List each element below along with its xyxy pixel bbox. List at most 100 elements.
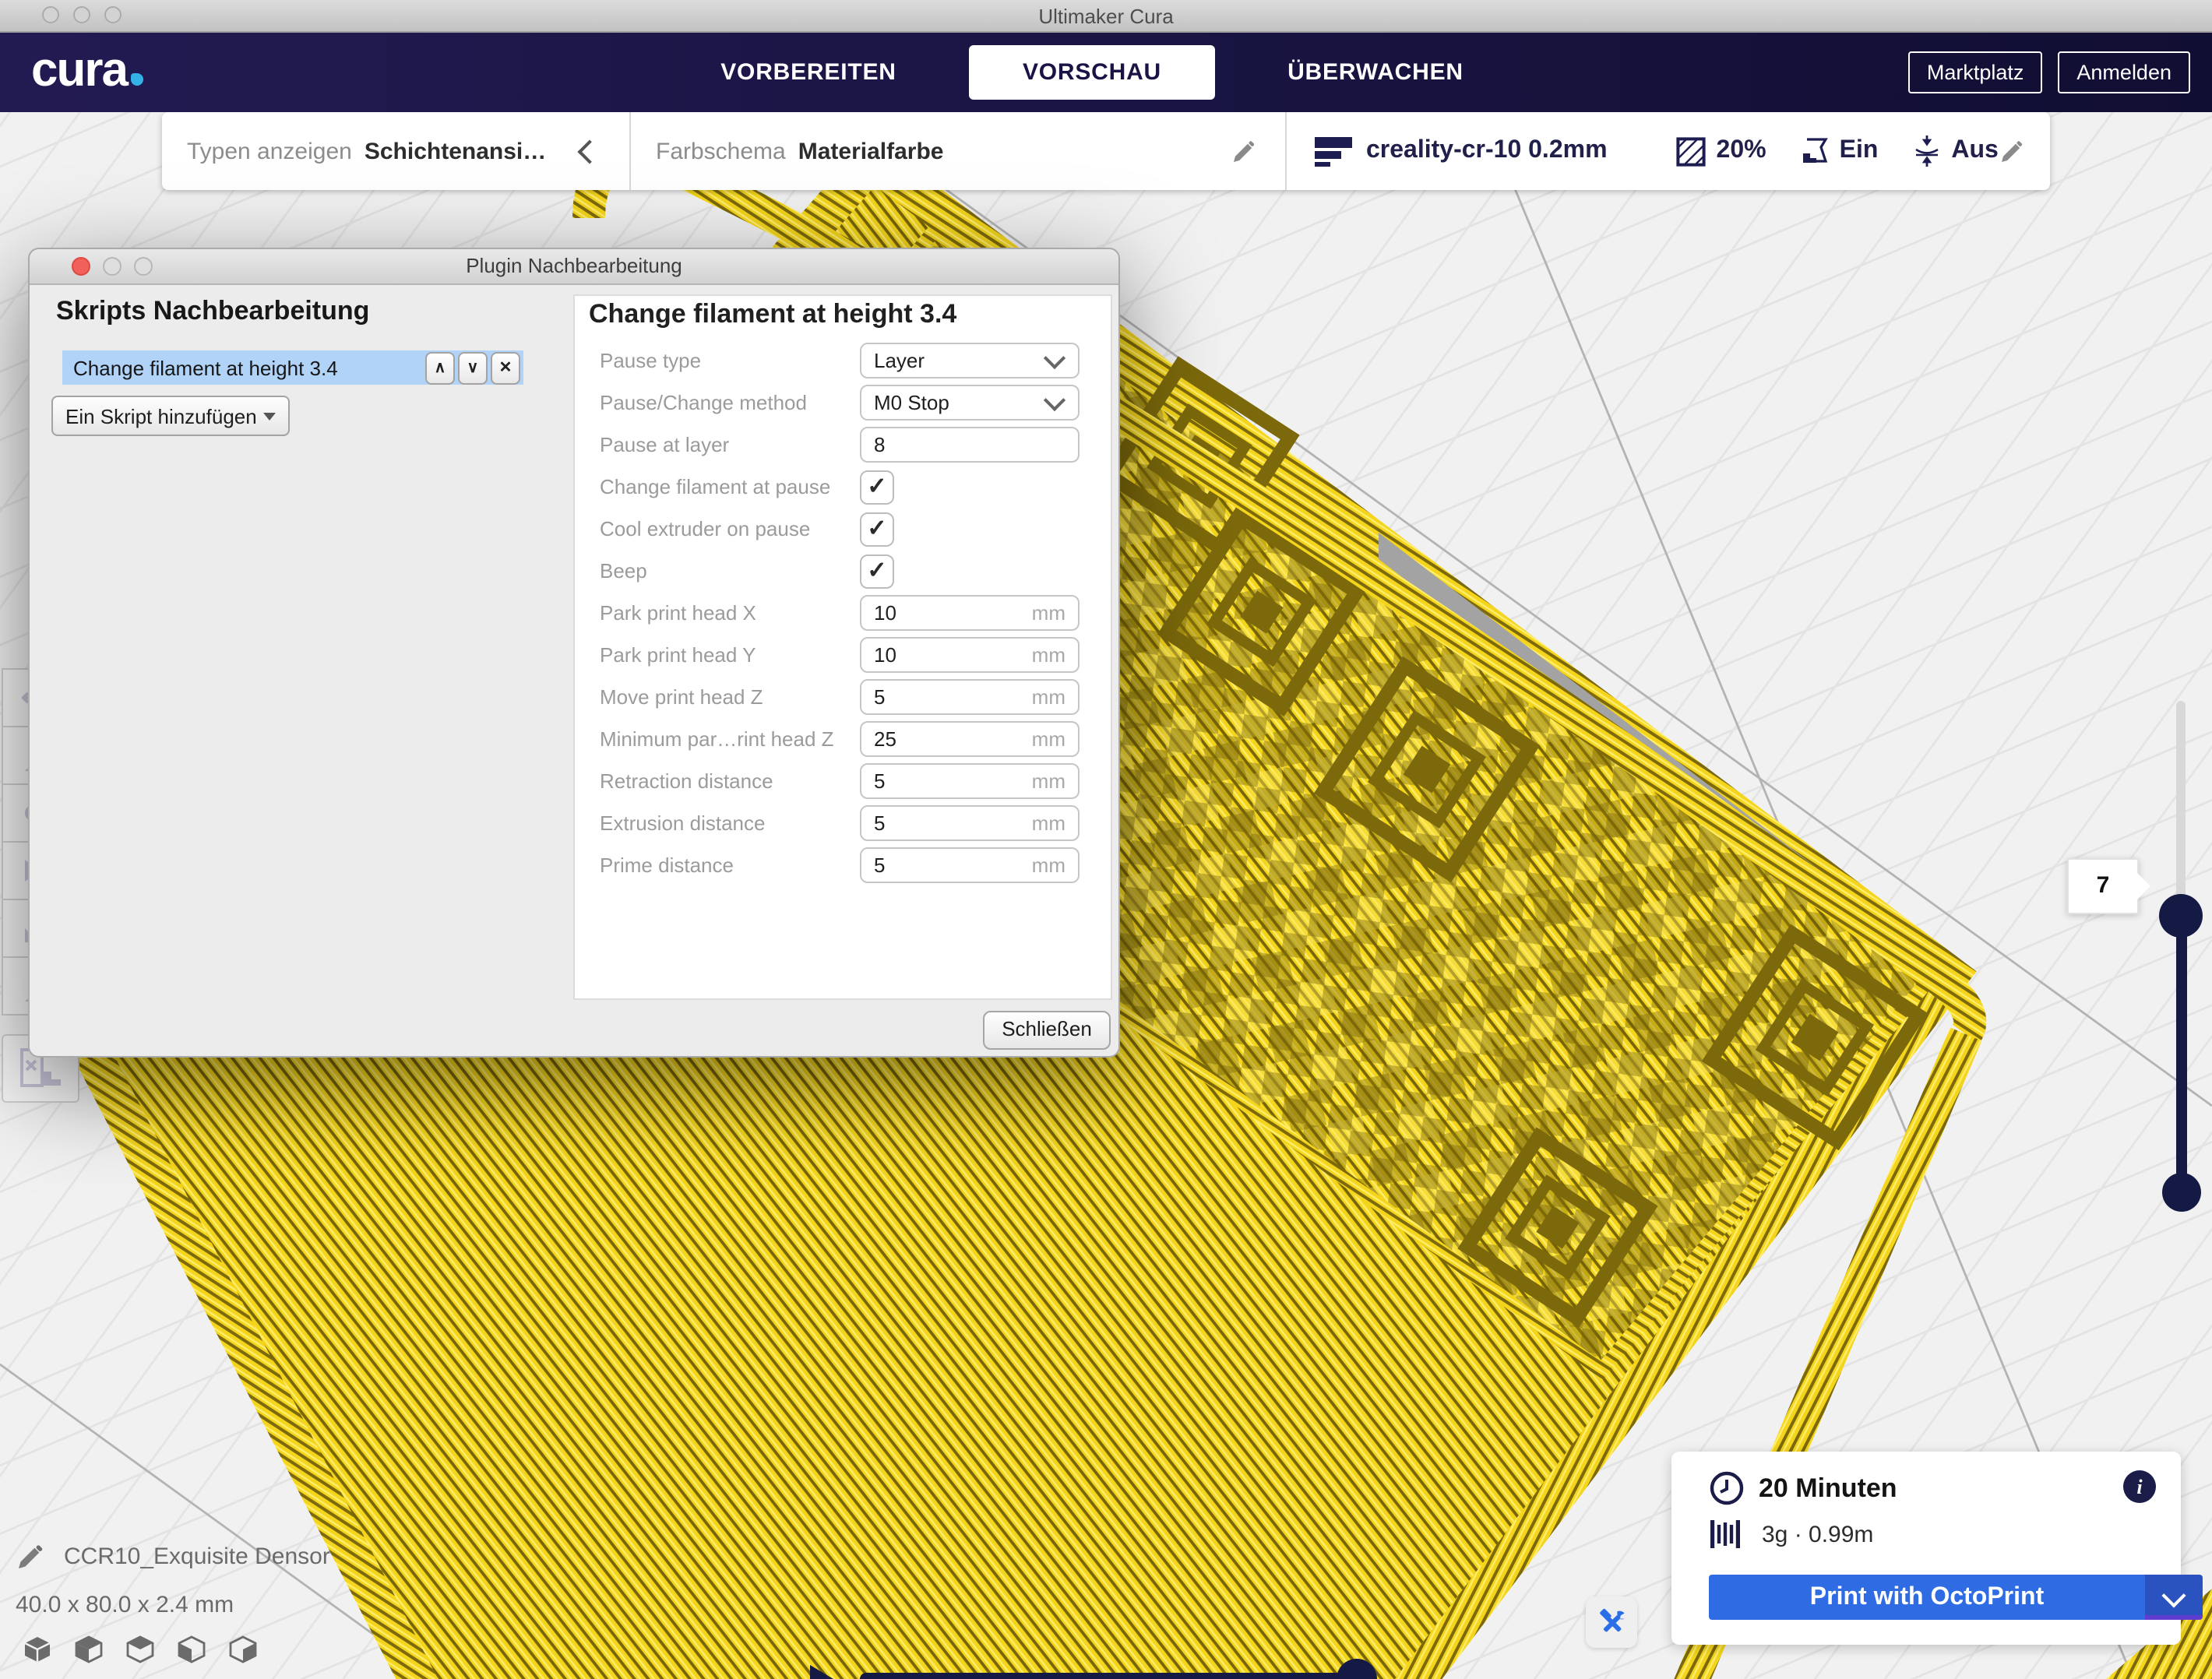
- logo-dot-icon: [132, 73, 144, 86]
- field-label: Park print head Y: [600, 643, 852, 667]
- layer-slider-lower-handle[interactable]: [2161, 1173, 2200, 1212]
- field-value: M0 Stop: [874, 391, 1047, 414]
- field-row-minimum-par-rint-head-z: Minimum par…rint head Z 25mm: [575, 718, 1111, 760]
- park-print-head-x-input[interactable]: 10mm: [860, 595, 1080, 631]
- layer-height-icon: [1315, 134, 1355, 168]
- print-options-dropdown[interactable]: [2145, 1575, 2203, 1620]
- simulation-slider-track[interactable]: [860, 1673, 1358, 1679]
- support-value: Ein: [1840, 137, 1879, 165]
- field-value: 8: [874, 433, 1078, 456]
- color-scheme-selector[interactable]: Farbschema Materialfarbe: [631, 112, 1285, 190]
- field-row-change-filament-at-pause: Change filament at pause✓: [575, 466, 1111, 508]
- field-label: Move print head Z: [600, 685, 852, 709]
- field-label: Pause/Change method: [600, 391, 852, 414]
- view-top-icon[interactable]: [125, 1635, 156, 1663]
- chevron-down-icon: [1044, 389, 1065, 410]
- change-filament-at-pause-checkbox[interactable]: ✓: [860, 470, 894, 504]
- color-scheme-label: Farbschema: [656, 138, 786, 164]
- prime-distance-input[interactable]: 5mm: [860, 847, 1080, 883]
- pause-at-layer-input[interactable]: 8: [860, 427, 1080, 463]
- macos-titlebar[interactable]: Ultimaker Cura: [0, 0, 2212, 33]
- object-name: CCR10_Exquisite Densor: [64, 1543, 330, 1570]
- move-script-up-button[interactable]: ∧: [425, 351, 455, 384]
- field-row-move-print-head-z: Move print head Z 5mm: [575, 676, 1111, 718]
- field-row-pause-at-layer: Pause at layer 8: [575, 424, 1111, 466]
- field-unit: mm: [1032, 769, 1065, 793]
- field-value: 10: [874, 643, 1032, 667]
- dialog-title: Plugin Nachbearbeitung: [30, 254, 1118, 277]
- 3d-viewport[interactable]: 7 20: [0, 31, 2212, 1679]
- move-print-head-z-input[interactable]: 5mm: [860, 679, 1080, 715]
- script-name: Change filament at height 3.4: [73, 356, 425, 379]
- minimum-par-rint-head-z-input[interactable]: 25mm: [860, 721, 1080, 757]
- current-layer-badge: 7: [2067, 858, 2139, 914]
- signin-button[interactable]: Anmelden: [2058, 51, 2190, 93]
- object-dimensions: 40.0 x 80.0 x 2.4 mm: [16, 1592, 330, 1618]
- retraction-distance-input[interactable]: 5mm: [860, 763, 1080, 799]
- view-left-icon[interactable]: [176, 1635, 207, 1663]
- marketplace-button[interactable]: Marktplatz: [1908, 51, 2043, 93]
- field-row-extrusion-distance: Extrusion distance 5mm: [575, 802, 1111, 844]
- field-value: 25: [874, 727, 1032, 751]
- app-header: cura VORBEREITENVORSCHAUÜBERWACHEN Markt…: [0, 31, 2212, 112]
- remove-script-button[interactable]: ✕: [491, 351, 520, 384]
- field-row-cool-extruder-on-pause: Cool extruder on pause ✓: [575, 508, 1111, 550]
- hammer-wrench-icon: [1596, 1607, 1627, 1638]
- park-print-head-y-input[interactable]: 10mm: [860, 637, 1080, 673]
- field-value: 5: [874, 769, 1032, 793]
- move-script-down-button[interactable]: ∨: [458, 351, 488, 384]
- field-value: Layer: [874, 349, 1047, 372]
- field-label: Beep: [600, 559, 852, 583]
- pause-type-select[interactable]: Layer: [860, 343, 1080, 378]
- info-icon[interactable]: i: [2123, 1470, 2156, 1503]
- cool-extruder-on-pause-checkbox[interactable]: ✓: [860, 512, 894, 546]
- extrusion-distance-input[interactable]: 5mm: [860, 805, 1080, 841]
- field-label: Minimum par…rint head Z: [600, 727, 852, 751]
- tab-vorschau[interactable]: VORSCHAU: [969, 44, 1215, 99]
- view-front-icon[interactable]: [73, 1635, 104, 1663]
- camera-view-buttons: [22, 1635, 259, 1663]
- field-label: Pause at layer: [600, 433, 852, 456]
- close-dialog-button[interactable]: Schließen: [983, 1011, 1111, 1050]
- field-value: 10: [874, 601, 1032, 625]
- tab-vorbereiten[interactable]: VORBEREITEN: [685, 44, 932, 99]
- window-title: Ultimaker Cura: [0, 5, 2212, 28]
- print-settings-quick-button[interactable]: [1586, 1596, 1637, 1648]
- play-icon[interactable]: [810, 1665, 833, 1679]
- tab-überwachen[interactable]: ÜBERWACHEN: [1252, 44, 1499, 99]
- rename-pencil-icon[interactable]: [16, 1542, 45, 1572]
- pause-change-method-select[interactable]: M0 Stop: [860, 385, 1080, 421]
- edit-print-setup-icon[interactable]: [1999, 138, 2025, 164]
- print-job-panel: 20 Minuten i 3g · 0.99m Print with OctoP…: [1671, 1452, 2181, 1645]
- field-row-prime-distance: Prime distance5mm: [575, 844, 1111, 886]
- post-processing-dialog: Plugin Nachbearbeitung Skripts Nachbearb…: [28, 248, 1120, 1058]
- adhesion-value: Aus: [1951, 137, 1998, 165]
- field-label: Cool extruder on pause: [600, 517, 852, 540]
- dialog-titlebar[interactable]: Plugin Nachbearbeitung: [30, 249, 1118, 285]
- field-unit: mm: [1032, 601, 1065, 625]
- field-label: Park print head X: [600, 601, 852, 625]
- add-script-button[interactable]: Ein Skript hinzufügen: [51, 396, 290, 436]
- field-label: Extrusion distance: [600, 811, 852, 835]
- layer-slider-upper-handle[interactable]: [2159, 894, 2203, 938]
- chevron-down-icon: [1044, 347, 1065, 368]
- material-estimate: 3g · 0.99m: [1762, 1521, 1873, 1547]
- edit-pencil-icon[interactable]: [1231, 138, 1257, 164]
- print-setup-summary[interactable]: creality-cr-10 0.2mm 20% Ein Aus: [1287, 112, 2050, 190]
- field-row-pause-change-method: Pause/Change method M0 Stop: [575, 382, 1111, 424]
- selected-script-row[interactable]: Change filament at height 3.4 ∧ ∨ ✕: [62, 350, 523, 385]
- script-settings-panel: Change filament at height 3.4 Pause type…: [573, 294, 1112, 1000]
- field-row-retraction-distance: Retraction distance5mm: [575, 760, 1111, 802]
- field-value: 5: [874, 854, 1032, 877]
- chevron-down-icon: [2161, 1583, 2186, 1607]
- chevron-left-icon[interactable]: [577, 139, 601, 163]
- infill-value: 20%: [1717, 137, 1766, 165]
- view-3d-icon[interactable]: [22, 1635, 53, 1663]
- print-with-octoprint-button[interactable]: Print with OctoPrint: [1709, 1575, 2145, 1620]
- field-row-park-print-head-x: Park print head X 10mm: [575, 592, 1111, 634]
- field-unit: mm: [1032, 727, 1065, 751]
- beep-checkbox[interactable]: ✓: [860, 554, 894, 588]
- view-right-icon[interactable]: [227, 1635, 259, 1663]
- view-type-selector[interactable]: Typen anzeigen Schichtenansi…: [162, 112, 629, 190]
- printer-profile-value: creality-cr-10 0.2mm: [1366, 137, 1608, 165]
